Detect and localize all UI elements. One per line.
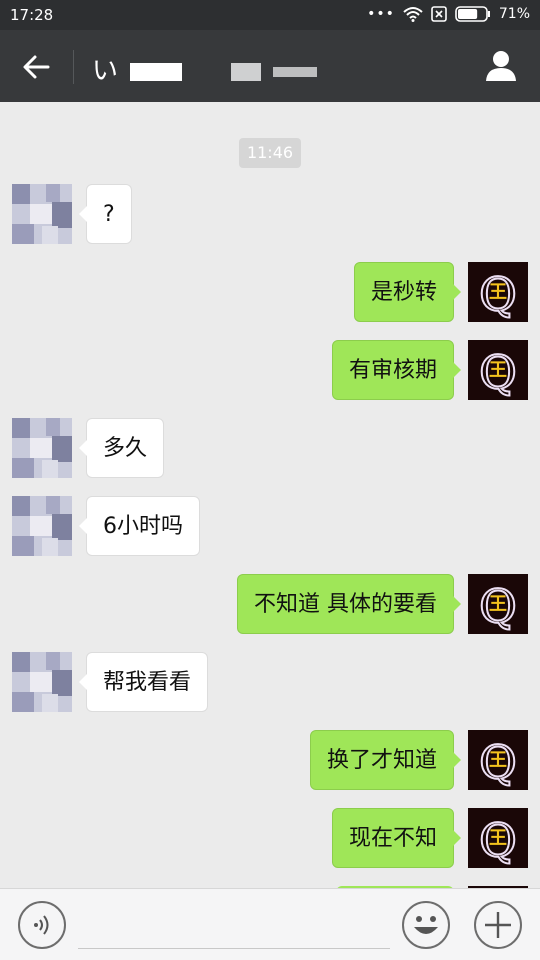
status-time: 17:28 [10, 6, 54, 24]
arrow-left-icon [23, 55, 50, 79]
message-bubble-outgoing[interactable]: 是秒转 [353, 262, 462, 322]
message-bubble-incoming[interactable]: 帮我看看 [78, 652, 209, 712]
self-avatar-glyph: 王 [489, 750, 507, 771]
voice-button[interactable] [18, 901, 66, 949]
plus-icon [485, 912, 511, 938]
message-bubble-outgoing[interactable]: 换了才知道 [309, 730, 462, 790]
nav-divider [73, 50, 74, 84]
message-input[interactable] [78, 909, 390, 949]
profile-button[interactable] [484, 48, 518, 82]
battery-percent: 71% [498, 6, 530, 22]
self-avatar[interactable]: Q 王 [468, 808, 528, 868]
chat-area[interactable]: 11:46 ? Q 王 是秒转 Q 王 有审核期 多久 6小时吗 Q 王 不知道… [0, 102, 540, 888]
message-bubble-incoming[interactable]: ? [79, 184, 132, 244]
status-bar: 17:28 ••• 71% [0, 0, 540, 30]
input-bar [0, 888, 540, 960]
self-avatar[interactable]: Q 王 [468, 340, 528, 400]
timestamp-chip: 11:46 [239, 138, 301, 168]
emoji-button[interactable] [402, 901, 450, 949]
more-dots-icon: ••• [367, 6, 395, 22]
self-avatar[interactable]: Q 王 [468, 730, 528, 790]
back-button[interactable] [18, 52, 54, 82]
status-icons: ••• 71% [367, 6, 530, 22]
self-avatar[interactable]: Q 王 [468, 262, 528, 322]
battery-icon [455, 6, 491, 22]
chat-title-text: い [92, 56, 119, 86]
battery-fill [457, 9, 478, 19]
no-sim-icon [431, 6, 447, 22]
redacted-name-block [230, 62, 261, 81]
chat-header: い [0, 30, 540, 102]
contact-avatar[interactable] [12, 652, 72, 712]
message-bubble-incoming[interactable]: 6小时吗 [79, 496, 200, 556]
self-avatar-glyph: 王 [489, 828, 507, 849]
chat-title: い [92, 50, 317, 87]
self-avatar-glyph: 王 [489, 594, 507, 615]
contact-avatar[interactable] [12, 418, 72, 478]
more-button[interactable] [474, 901, 522, 949]
self-avatar[interactable]: Q 王 [468, 574, 528, 634]
self-avatar-glyph: 王 [489, 282, 507, 303]
contact-avatar[interactable] [12, 184, 72, 244]
redacted-name-block [130, 62, 183, 81]
contact-avatar[interactable] [12, 496, 72, 556]
wifi-icon [403, 6, 423, 22]
self-avatar-glyph: 王 [489, 360, 507, 381]
person-icon [486, 51, 516, 81]
message-bubble-outgoing[interactable]: 有审核期 [331, 340, 462, 400]
voice-icon [34, 915, 49, 935]
message-bubble-outgoing[interactable]: 不知道 具体的要看 [237, 574, 461, 634]
message-bubble-outgoing[interactable]: 现在不知 [331, 808, 462, 868]
emoji-icon [414, 916, 438, 934]
redacted-name-block [272, 66, 317, 77]
message-bubble-incoming[interactable]: 多久 [78, 418, 165, 478]
